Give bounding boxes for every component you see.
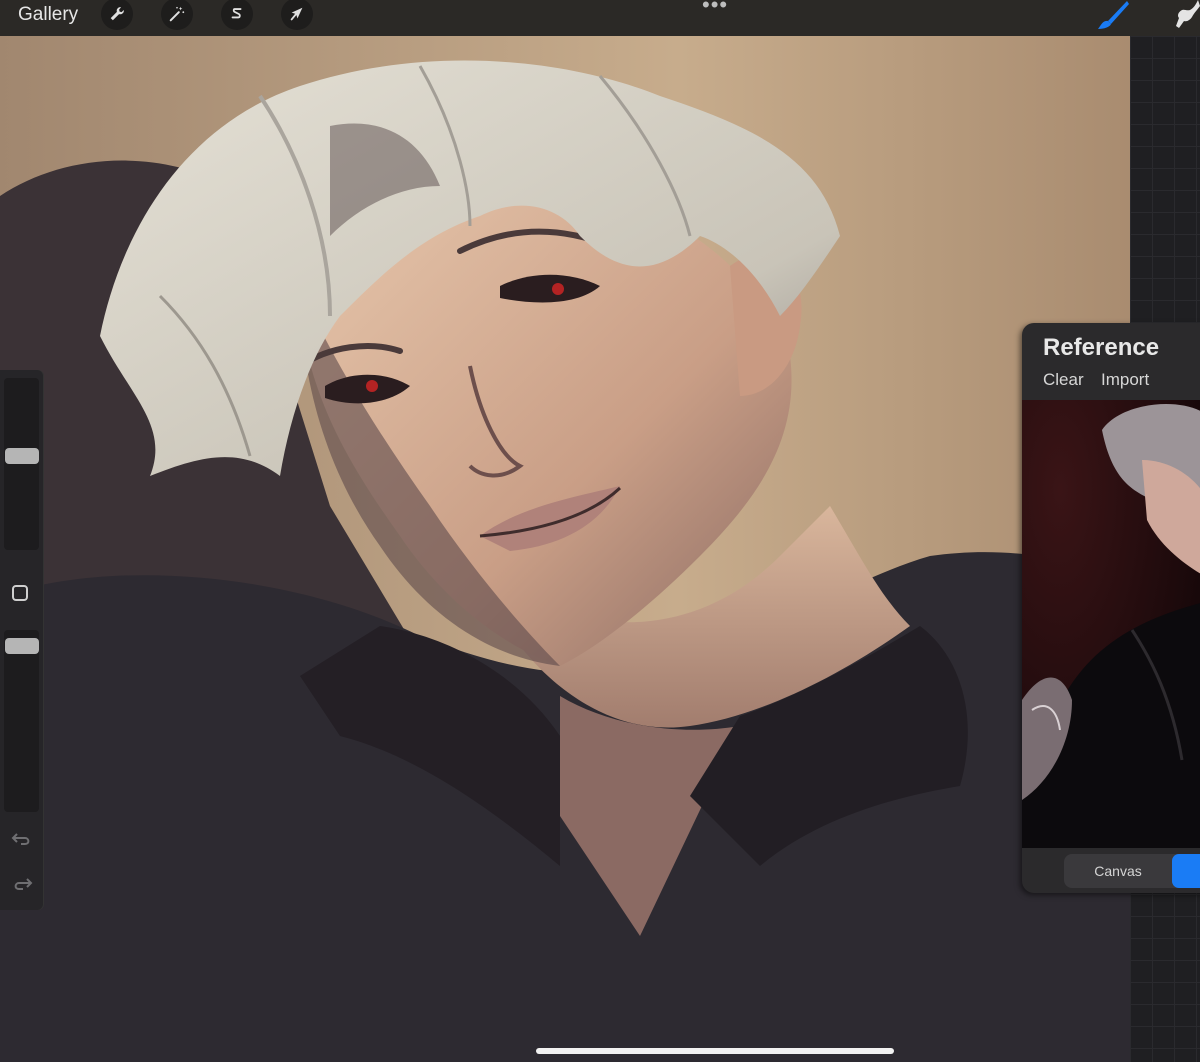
reference-title: Reference (1043, 334, 1160, 361)
undo-icon (11, 833, 30, 845)
top-toolbar: Gallery ••• (0, 0, 1200, 36)
undo-button[interactable] (11, 827, 33, 849)
actions-button[interactable] (101, 0, 133, 30)
image-segment-selected[interactable] (1172, 854, 1200, 888)
brush-icon (1098, 1, 1129, 29)
transform-button[interactable] (281, 0, 313, 30)
smudge-finger-icon (1176, 0, 1200, 28)
smudge-tool-button[interactable] (1168, 0, 1200, 30)
modify-square-icon[interactable] (12, 585, 28, 601)
canvas-painting (0, 36, 1130, 1062)
home-indicator[interactable] (536, 1048, 894, 1054)
brush-size-thumb[interactable] (5, 448, 39, 464)
import-button[interactable]: Import (1101, 370, 1149, 390)
arrow-cursor-icon (290, 7, 303, 21)
redo-icon (14, 878, 33, 890)
reference-image (1022, 400, 1200, 848)
brush-size-slider[interactable] (4, 378, 39, 550)
brush-tool-button[interactable] (1096, 0, 1130, 30)
left-sidebar (0, 370, 43, 910)
redo-button[interactable] (11, 872, 33, 894)
adjustments-button[interactable] (161, 0, 193, 30)
opacity-thumb[interactable] (5, 638, 39, 654)
drawing-canvas[interactable] (0, 36, 1130, 1062)
reference-mode-segmented-control: Canvas (1064, 854, 1200, 888)
selection-button[interactable] (221, 0, 253, 30)
selection-s-icon (231, 8, 242, 19)
opacity-slider[interactable] (4, 630, 39, 812)
reference-photo (1022, 400, 1200, 848)
reference-panel: Reference Clear Import Canvas (1022, 323, 1200, 893)
canvas-segment[interactable]: Canvas (1064, 854, 1172, 888)
magic-wand-icon (169, 6, 185, 22)
gallery-button[interactable]: Gallery (18, 2, 78, 28)
more-options-button[interactable]: ••• (702, 0, 728, 16)
procreate-app: Gallery ••• Reference Clear Import Canva… (0, 0, 1200, 1062)
clear-button[interactable]: Clear (1043, 370, 1084, 390)
wrench-icon (110, 7, 124, 21)
